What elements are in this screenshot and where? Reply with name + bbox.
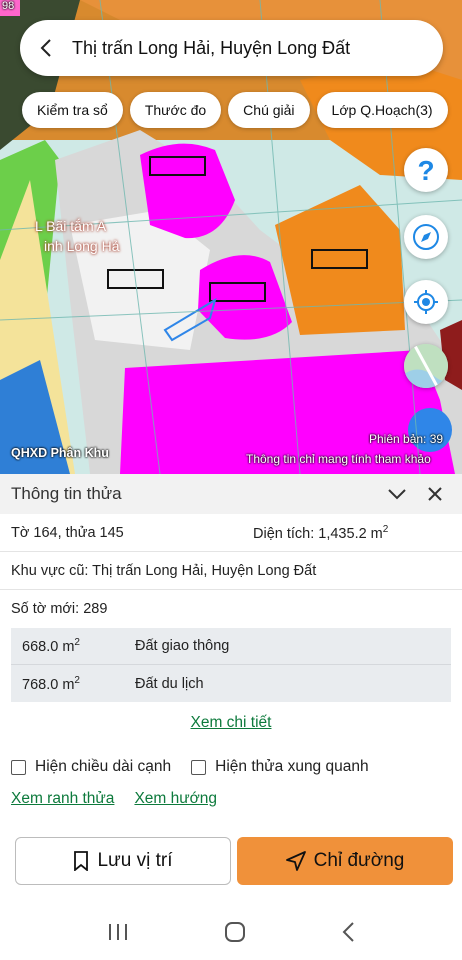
disclaimer-label: Thông tin chỉ mang tính tham khảo [246,452,431,466]
help-button[interactable]: ? [404,148,448,192]
panel-title: Thông tin thửa [11,484,122,503]
action-buttons: Lưu vị trí Chỉ đường [15,837,453,885]
map-layer-button[interactable] [404,344,448,388]
edge-length-checkbox[interactable]: Hiện chiều dài cạnh [11,758,171,776]
chip-legend[interactable]: Chú giải [228,92,310,128]
checkbox-icon[interactable] [11,759,26,775]
table-row: 668.0 m2 Đất giao thông [11,628,451,665]
home-icon [224,921,245,942]
directions-label: Chỉ đường [313,850,405,871]
location-title: Thị trấn Long Hải, Huyện Long Đất [72,37,351,58]
system-nav-bar [0,908,462,960]
version-label: Phiên bản: 39 [369,432,444,446]
new-sheet-row: Số tờ mới: 289 [0,590,462,628]
send-icon [285,851,306,871]
close-button[interactable] [419,478,451,510]
tool-chips: Kiểm tra sổ Thước đo Chú giải Lớp Q.Hoạc… [22,92,448,128]
close-icon [428,487,442,501]
usage-area-sup: 2 [74,674,80,686]
map-view[interactable]: 98 L Bãi tắm A inh Long Hả QHXD Phân Khu… [0,0,462,474]
screen: 98 L Bãi tắm A inh Long Hả QHXD Phân Khu… [0,0,462,960]
usage-area-sup: 2 [74,637,80,648]
usage-area: 668.0 m2 [11,637,135,655]
locate-button[interactable] [404,280,448,324]
search-bar[interactable]: Thị trấn Long Hải, Huyện Long Đất [20,20,443,76]
map-place-label-2: inh Long Hả [44,238,120,254]
chip-check-certificate[interactable]: Kiểm tra sổ [22,92,123,128]
recent-apps-button[interactable] [107,923,129,946]
usage-area-text: 668.0 m [22,639,75,655]
view-direction-link[interactable]: Xem hướng [134,790,217,808]
view-links: Xem ranh thửa Xem hướng [0,790,462,808]
chip-ruler[interactable]: Thước đo [129,92,222,128]
area-value: Diện tích: 1,435.2 m2 [253,524,451,542]
locate-icon [414,290,438,314]
old-region: Khu vực cũ: Thị trấn Long Hải, Huyện Lon… [11,562,317,579]
back-button[interactable] [20,20,72,76]
nearby-parcels-label: Hiện thửa xung quanh [215,758,369,775]
new-sheet: Số tờ mới: 289 [11,601,108,617]
bookmark-icon [74,851,89,871]
parcel-tag: 98 [2,0,15,12]
map-layer-icon [404,344,448,388]
view-detail-link[interactable]: Xem chi tiết [0,714,462,732]
panel-header: Thông tin thửa [0,474,462,514]
options-checkboxes: Hiện chiều dài cạnh Hiện thửa xung quanh [0,758,462,776]
svg-text:?: ? [417,156,434,184]
area-unit-sup: 2 [382,523,389,535]
area-text: Diện tích: 1,435.2 m [253,525,383,542]
chevron-left-icon [40,39,51,57]
help-icon: ? [417,156,434,184]
back-icon [342,921,354,942]
layer-label: QHXD Phân Khu [11,446,109,460]
usage-type: Đất giao thông [135,638,230,654]
chevron-down-icon [388,489,406,500]
recent-apps-icon [109,923,128,940]
save-location-label: Lưu vị trí [97,850,173,871]
sheet-plot: Tờ 164, thửa 145 [11,524,124,541]
compass-button[interactable] [404,215,448,259]
usage-type: Đất du lịch [135,675,204,692]
table-row: 768.0 m2 Đất du lịch [11,665,451,702]
collapse-button[interactable] [381,478,413,510]
view-boundary-link[interactable]: Xem ranh thửa [11,790,114,808]
compass-icon [413,224,439,250]
nearby-parcels-checkbox[interactable]: Hiện thửa xung quanh [191,758,369,776]
land-use-table: 668.0 m2 Đất giao thông 768.0 m2 Đất du … [11,628,451,702]
usage-area: 768.0 m2 [11,675,135,693]
directions-button[interactable]: Chỉ đường [237,837,453,885]
parcel-info-panel: Thông tin thửa Tờ 164, thửa 145 Diện tíc… [0,474,462,960]
save-location-button[interactable]: Lưu vị trí [15,837,231,885]
usage-area-text: 768.0 m [22,676,75,693]
back-nav-button[interactable] [341,921,355,948]
home-button[interactable] [224,921,246,948]
chip-planning-layer[interactable]: Lớp Q.Hoạch(3) [316,92,448,128]
checkbox-icon[interactable] [191,759,207,775]
sheet-area-row: Tờ 164, thửa 145 Diện tích: 1,435.2 m2 [0,514,462,552]
old-region-row: Khu vực cũ: Thị trấn Long Hải, Huyện Lon… [0,552,462,590]
map-place-label: L Bãi tắm A [35,218,107,234]
edge-length-label: Hiện chiều dài cạnh [35,758,172,775]
